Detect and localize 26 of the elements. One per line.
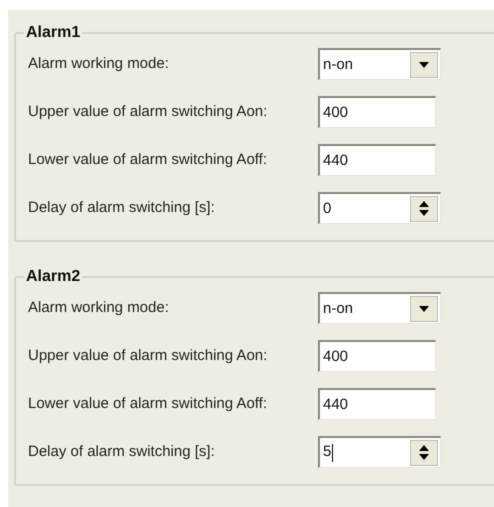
field-label: Delay of alarm switching [s]: — [28, 198, 216, 218]
dropdown-button[interactable] — [410, 52, 438, 78]
spin-button[interactable] — [410, 440, 438, 466]
field-label: Upper value of alarm switching Aon: — [28, 102, 268, 122]
caret-icon — [419, 62, 429, 68]
input-field[interactable]: 400 — [318, 96, 436, 128]
field-label: Alarm working mode: — [28, 54, 170, 74]
field-label: Upper value of alarm switching Aon: — [28, 346, 268, 366]
dropdown-button[interactable] — [410, 296, 438, 322]
caret-icon — [419, 306, 429, 312]
spin-field[interactable]: 5 — [318, 436, 441, 468]
field-label: Alarm working mode: — [28, 298, 170, 318]
group-title: Alarm2 — [25, 268, 82, 286]
group-title: Alarm1 — [25, 24, 82, 42]
input-field[interactable]: 440 — [318, 388, 436, 420]
up-down-icon — [419, 445, 429, 460]
spin-field[interactable]: 0 — [318, 192, 441, 224]
dropdown[interactable]: n-on — [318, 48, 441, 80]
field-label: Lower value of alarm switching Aoff: — [28, 394, 268, 414]
input-field[interactable]: 440 — [318, 144, 436, 176]
dropdown[interactable]: n-on — [318, 292, 441, 324]
input-field[interactable]: 400 — [318, 340, 436, 372]
field-label: Delay of alarm switching [s]: — [28, 442, 216, 462]
spin-button[interactable] — [410, 196, 438, 222]
field-label: Lower value of alarm switching Aoff: — [28, 150, 268, 170]
up-down-icon — [419, 201, 429, 216]
